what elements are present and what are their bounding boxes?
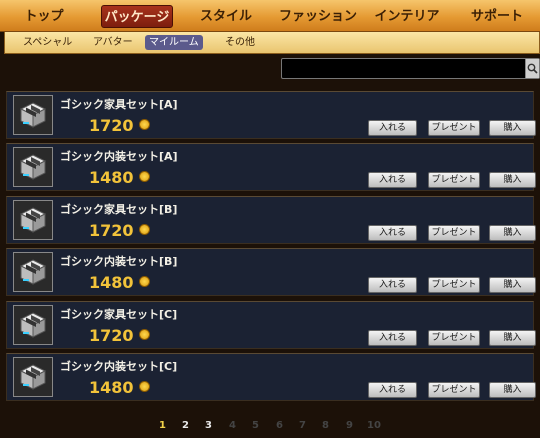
item-price: 1480 bbox=[89, 273, 134, 292]
page-link[interactable]: 10 bbox=[367, 420, 381, 431]
furniture-box-icon bbox=[19, 364, 47, 390]
add-to-cart-button[interactable]: 入れる bbox=[368, 277, 417, 293]
add-to-cart-button[interactable]: 入れる bbox=[368, 172, 417, 188]
furniture-box-icon bbox=[19, 312, 47, 338]
list-item: ゴシック内装セット[A] 1480 入れる プレゼント 購入 bbox=[6, 143, 536, 191]
add-to-cart-button[interactable]: 入れる bbox=[368, 225, 417, 241]
page-link[interactable]: 6 bbox=[276, 420, 283, 431]
top-navigation: トップ パッケージ スタイル ファッション インテリア サポート bbox=[0, 0, 540, 32]
gift-button[interactable]: プレゼント bbox=[428, 330, 480, 346]
item-thumbnail[interactable] bbox=[13, 305, 53, 345]
add-to-cart-button[interactable]: 入れる bbox=[368, 382, 417, 398]
list-item: ゴシック内装セット[B] 1480 入れる プレゼント 購入 bbox=[6, 248, 536, 296]
add-to-cart-button[interactable]: 入れる bbox=[368, 330, 417, 346]
buy-button[interactable]: 購入 bbox=[489, 225, 536, 241]
item-name: ゴシック家具セット[B] bbox=[60, 203, 178, 216]
buy-button[interactable]: 購入 bbox=[489, 330, 536, 346]
search-button[interactable] bbox=[525, 59, 539, 78]
coin-icon bbox=[139, 171, 150, 182]
item-price: 1480 bbox=[89, 378, 134, 397]
item-thumbnail[interactable] bbox=[13, 147, 53, 187]
item-price: 1720 bbox=[89, 326, 134, 345]
item-thumbnail[interactable] bbox=[13, 200, 53, 240]
gift-button[interactable]: プレゼント bbox=[428, 172, 480, 188]
buy-button[interactable]: 購入 bbox=[489, 172, 536, 188]
buy-button[interactable]: 購入 bbox=[489, 277, 536, 293]
item-thumbnail[interactable] bbox=[13, 357, 53, 397]
item-price: 1720 bbox=[89, 221, 134, 240]
tab-interior[interactable]: インテリア bbox=[370, 5, 444, 28]
page-link[interactable]: 9 bbox=[346, 420, 353, 431]
list-item: ゴシック家具セット[B] 1720 入れる プレゼント 購入 bbox=[6, 196, 536, 244]
page-link[interactable]: 1 bbox=[159, 420, 166, 431]
tab-package[interactable]: パッケージ bbox=[101, 5, 173, 28]
gift-button[interactable]: プレゼント bbox=[428, 225, 480, 241]
tab-top[interactable]: トップ bbox=[10, 5, 78, 28]
item-price: 1720 bbox=[89, 116, 134, 135]
item-name: ゴシック家具セット[C] bbox=[60, 308, 178, 321]
furniture-box-icon bbox=[19, 154, 47, 180]
item-thumbnail[interactable] bbox=[13, 95, 53, 135]
buy-button[interactable]: 購入 bbox=[489, 120, 536, 136]
tab-style[interactable]: スタイル bbox=[192, 5, 260, 28]
item-name: ゴシック内装セット[A] bbox=[60, 150, 178, 163]
magnifier-icon bbox=[527, 63, 538, 74]
item-thumbnail[interactable] bbox=[13, 252, 53, 292]
gift-button[interactable]: プレゼント bbox=[428, 382, 480, 398]
subtab-avatar[interactable]: アバター bbox=[89, 35, 137, 50]
page-link[interactable]: 8 bbox=[322, 420, 329, 431]
furniture-box-icon bbox=[19, 102, 47, 128]
sub-navigation: スペシャル アバター マイルーム その他 bbox=[4, 32, 540, 54]
gift-button[interactable]: プレゼント bbox=[428, 277, 480, 293]
item-name: ゴシック家具セット[A] bbox=[60, 98, 178, 111]
list-item: ゴシック家具セット[A] 1720 入れる プレゼント 購入 bbox=[6, 91, 536, 139]
item-price: 1480 bbox=[89, 168, 134, 187]
subtab-myroom[interactable]: マイルーム bbox=[145, 35, 203, 50]
coin-icon bbox=[139, 381, 150, 392]
pagination: 1 2 3 4 5 6 7 8 9 10 bbox=[0, 420, 540, 432]
search-input[interactable] bbox=[281, 58, 540, 79]
gift-button[interactable]: プレゼント bbox=[428, 120, 480, 136]
page-link[interactable]: 3 bbox=[205, 420, 212, 431]
item-name: ゴシック内装セット[C] bbox=[60, 360, 178, 373]
tab-fashion[interactable]: ファッション bbox=[278, 5, 358, 28]
coin-icon bbox=[139, 224, 150, 235]
coin-icon bbox=[139, 119, 150, 130]
page-link[interactable]: 7 bbox=[299, 420, 306, 431]
subtab-special[interactable]: スペシャル bbox=[19, 35, 76, 50]
list-item: ゴシック家具セット[C] 1720 入れる プレゼント 購入 bbox=[6, 301, 536, 349]
add-to-cart-button[interactable]: 入れる bbox=[368, 120, 417, 136]
page-link[interactable]: 4 bbox=[229, 420, 236, 431]
coin-icon bbox=[139, 329, 150, 340]
page-link[interactable]: 5 bbox=[252, 420, 259, 431]
list-item: ゴシック内装セット[C] 1480 入れる プレゼント 購入 bbox=[6, 353, 536, 401]
furniture-box-icon bbox=[19, 207, 47, 233]
page-link[interactable]: 2 bbox=[182, 420, 189, 431]
subtab-other[interactable]: その他 bbox=[221, 35, 259, 50]
tab-support[interactable]: サポート bbox=[463, 5, 531, 28]
item-name: ゴシック内装セット[B] bbox=[60, 255, 178, 268]
furniture-box-icon bbox=[19, 259, 47, 285]
buy-button[interactable]: 購入 bbox=[489, 382, 536, 398]
coin-icon bbox=[139, 276, 150, 287]
